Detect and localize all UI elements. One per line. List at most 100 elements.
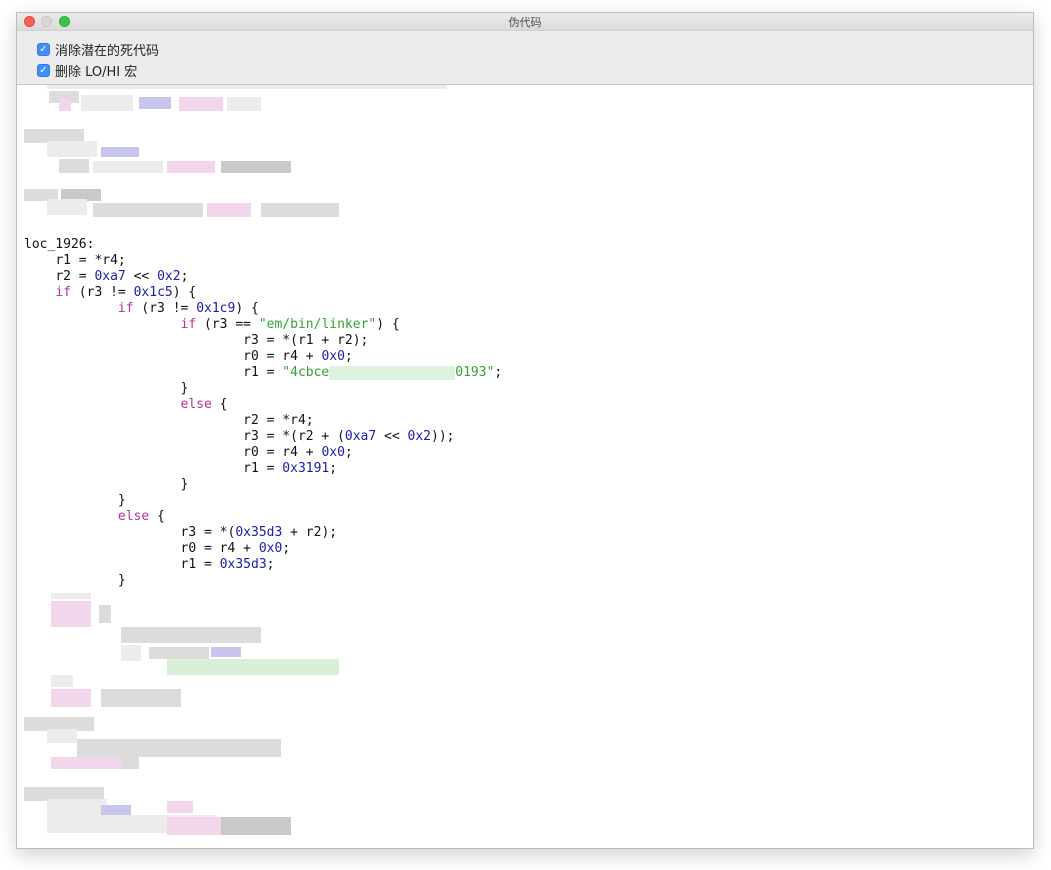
title-bar[interactable]: 伪代码 <box>17 13 1033 31</box>
obscured-code <box>121 757 139 769</box>
code-line: loc_1926: <box>24 237 94 253</box>
code-string: 0193" <box>455 365 495 380</box>
obscured-code <box>121 645 141 661</box>
remove-lohi-macro-checkbox[interactable]: ✓ <box>37 63 50 77</box>
code-line: r2 = *r4; <box>24 413 314 429</box>
obscured-code <box>101 689 181 707</box>
code-text: r0 = r4 + <box>180 541 259 556</box>
code-text: ; <box>329 461 338 476</box>
code-number: 0x35d3 <box>219 557 267 572</box>
obscured-code <box>221 161 291 173</box>
obscured-code <box>47 729 77 743</box>
code-text: ; <box>282 541 291 556</box>
remove-dead-code-option[interactable]: ✓ 消除潜在的死代码 <box>37 40 160 59</box>
code-line: else { <box>24 509 165 525</box>
code-brace: } <box>117 573 126 588</box>
code-keyword: if <box>180 317 197 332</box>
obscured-code <box>221 817 291 835</box>
options-bar: ✓ 消除潜在的死代码 ✓ 删除 LO/HI 宏 <box>17 31 1033 85</box>
obscured-code <box>93 161 163 173</box>
code-brace: } <box>117 493 126 508</box>
pseudocode-window: 伪代码 ✓ 消除潜在的死代码 ✓ 删除 LO/HI 宏 loc_1926: r1… <box>16 12 1034 849</box>
obscured-code <box>167 161 215 173</box>
code-brace: } <box>180 381 189 396</box>
code-number: 0x0 <box>321 445 345 460</box>
code-line: r1 = 0x35d3; <box>24 557 275 573</box>
code-text: r0 = r4 + <box>243 349 322 364</box>
remove-dead-code-label: 消除潜在的死代码 <box>55 43 160 59</box>
obscured-code <box>261 203 339 217</box>
obscured-code <box>51 601 91 627</box>
code-line: if (r3 != 0x1c5) { <box>24 285 196 301</box>
code-line: } <box>24 477 189 493</box>
code-number: 0x2 <box>407 429 432 444</box>
code-line: } <box>24 573 126 589</box>
code-line: } <box>24 381 189 397</box>
obscured-code <box>51 675 73 687</box>
code-keyword: else <box>180 397 212 412</box>
code-line: r3 = *(r1 + r2); <box>24 333 368 349</box>
code-brace: { <box>149 509 165 524</box>
code-text: ; <box>180 269 189 284</box>
code-text: (r3 != <box>133 301 197 316</box>
obscured-code <box>101 147 139 157</box>
code-text: + r2); <box>282 525 338 540</box>
code-string: "4cbce <box>282 365 330 380</box>
window-title: 伪代码 <box>508 16 542 29</box>
code-text: r2 = <box>55 269 95 284</box>
obscured-code <box>51 689 91 707</box>
obscured-code <box>121 627 261 643</box>
code-text: ; <box>344 349 353 364</box>
code-label: loc_1926: <box>24 237 95 252</box>
code-brace: } <box>180 477 189 492</box>
obscured-code <box>211 647 241 657</box>
obscured-string <box>329 365 456 380</box>
obscured-code <box>59 159 89 173</box>
obscured-code <box>47 199 87 215</box>
obscured-code <box>167 817 221 835</box>
code-text: r2 = *r4; <box>243 413 314 428</box>
obscured-code <box>167 659 339 675</box>
code-string: "em/bin/linker" <box>258 317 377 332</box>
code-line: r1 = 0x3191; <box>24 461 337 477</box>
pseudocode-view[interactable]: loc_1926: r1 = *r4; r2 = 0xa7 << 0x2; if… <box>17 85 1033 848</box>
code-brace: { <box>211 397 228 412</box>
code-line: } <box>24 493 126 509</box>
obscured-code <box>167 801 193 813</box>
code-text: r1 = <box>243 461 283 476</box>
code-line: if (r3 == "em/bin/linker") { <box>24 317 400 333</box>
code-text: << <box>125 269 158 284</box>
remove-dead-code-checkbox[interactable]: ✓ <box>37 42 50 56</box>
code-number: 0x1c9 <box>196 301 236 316</box>
obscured-code <box>207 203 251 217</box>
obscured-code <box>81 95 133 111</box>
code-text: << <box>376 429 408 444</box>
code-line: r3 = *(r2 + (0xa7 << 0x2)); <box>24 429 454 445</box>
code-number: 0x35d3 <box>235 525 283 540</box>
code-text: (r3 != <box>70 285 134 300</box>
code-text: r1 = <box>180 557 220 572</box>
obscured-code <box>47 85 447 89</box>
obscured-code <box>47 799 107 815</box>
code-keyword: if <box>55 285 71 300</box>
code-number: 0x0 <box>321 349 345 364</box>
code-text: ; <box>266 557 275 572</box>
obscured-code <box>99 605 111 623</box>
code-line: r0 = r4 + 0x0; <box>24 541 291 557</box>
code-line: else { <box>24 397 228 413</box>
code-line: if (r3 != 0x1c9) { <box>24 301 259 317</box>
obscured-code <box>139 97 171 109</box>
remove-lohi-macro-option[interactable]: ✓ 删除 LO/HI 宏 <box>37 61 137 80</box>
code-line: r0 = r4 + 0x0; <box>24 349 353 365</box>
code-line: r0 = r4 + 0x0; <box>24 445 353 461</box>
obscured-code <box>51 757 121 769</box>
code-line: r3 = *(0x35d3 + r2); <box>24 525 338 541</box>
obscured-code <box>47 141 97 157</box>
code-number: 0xa7 <box>94 269 126 284</box>
code-keyword: if <box>117 301 134 316</box>
code-keyword: else <box>117 509 150 524</box>
code-line: r1 = *r4; <box>24 253 125 269</box>
code-number: 0xa7 <box>344 429 377 444</box>
code-text: r3 = *(r1 + r2); <box>243 333 369 348</box>
code-text: r3 = *( <box>180 525 236 540</box>
